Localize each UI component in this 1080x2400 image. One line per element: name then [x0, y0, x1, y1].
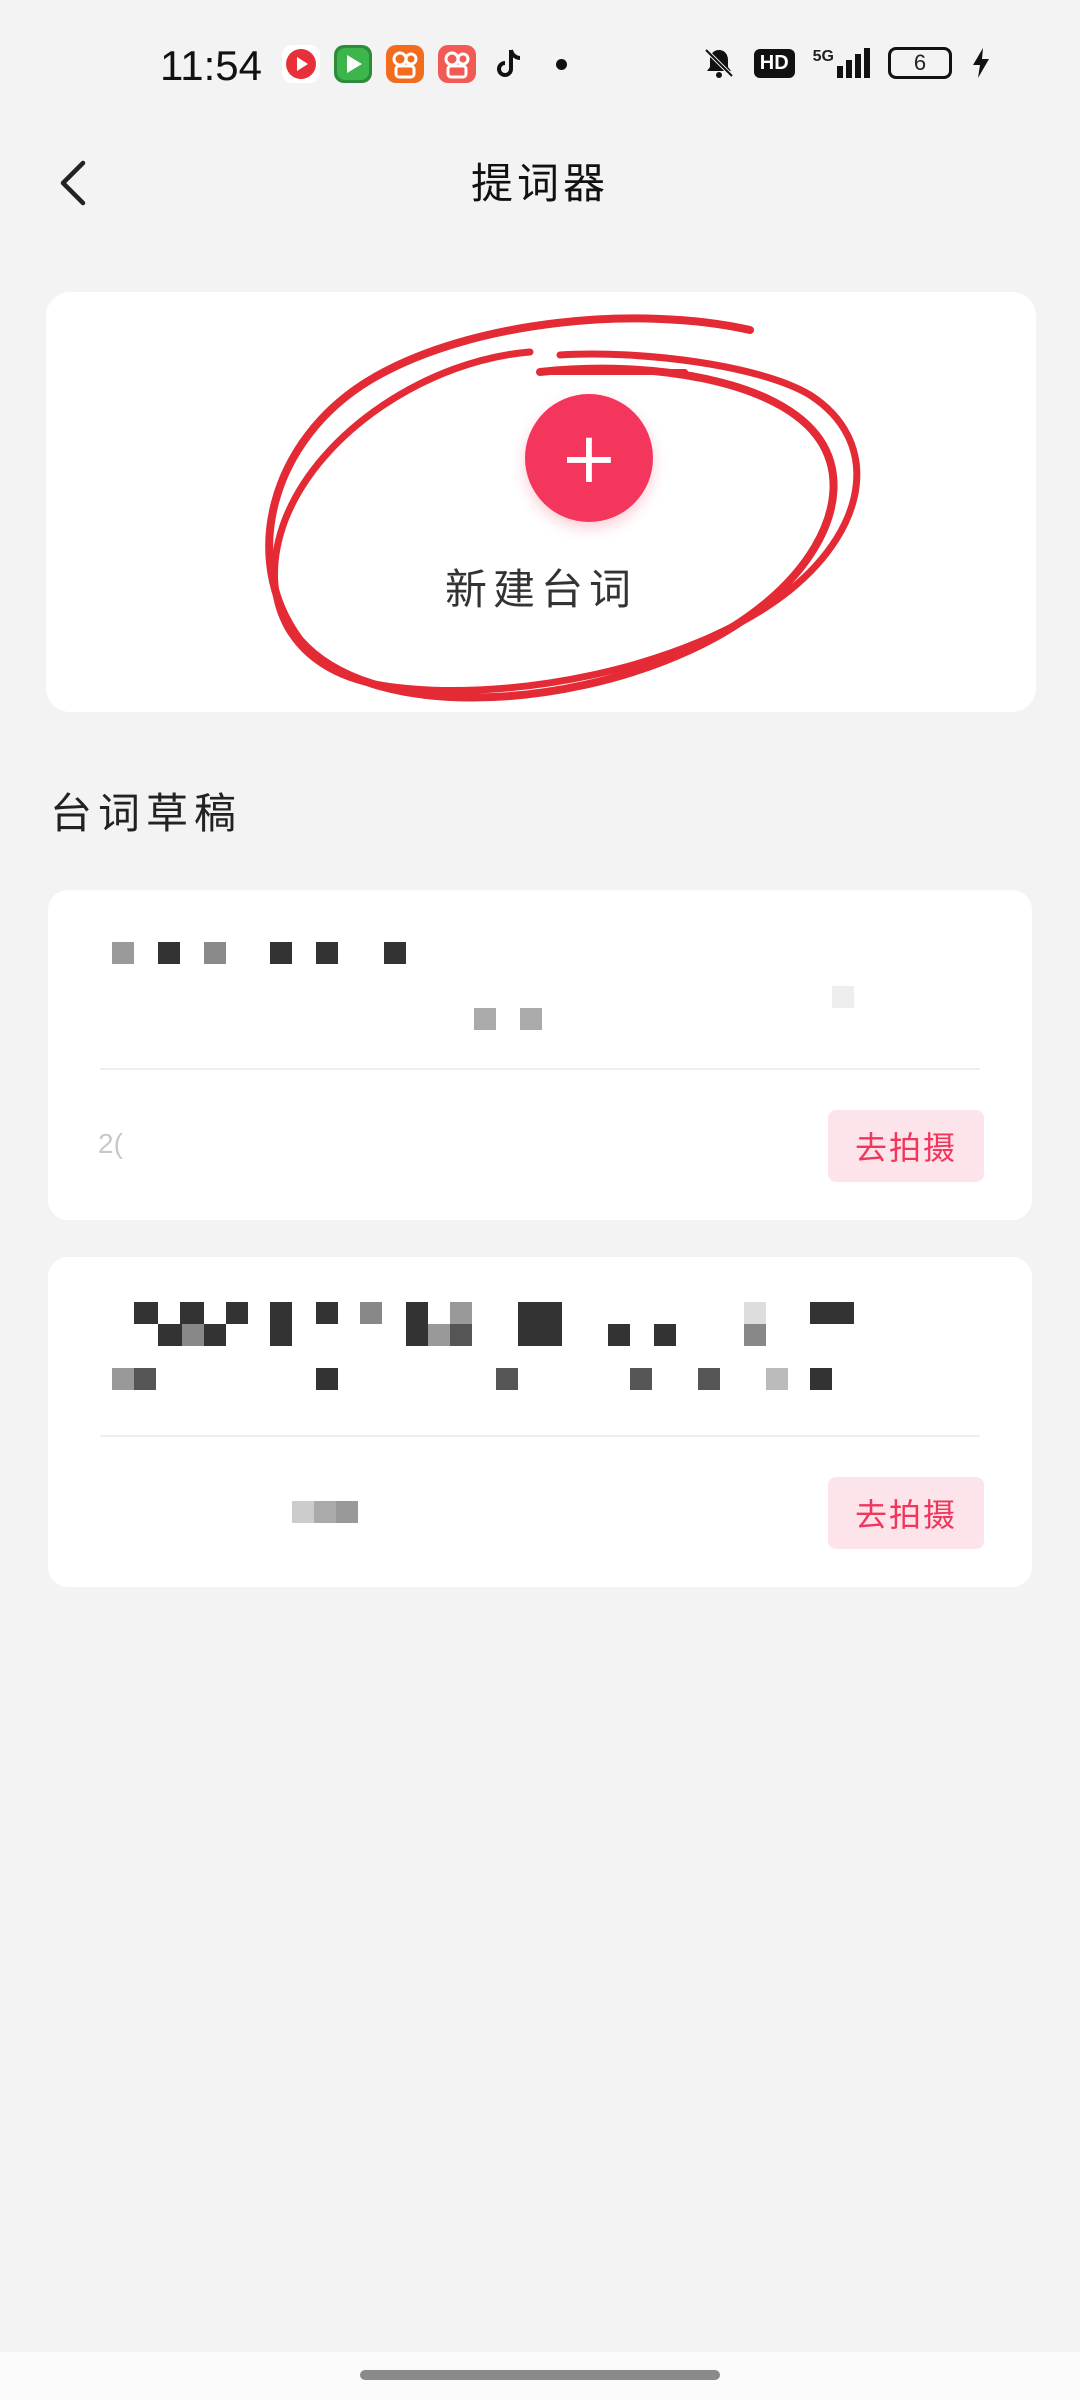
hd-badge: HD [753, 48, 795, 78]
notification-icons [282, 45, 567, 83]
new-script-label: 新建台词 [444, 565, 637, 614]
battery-level: 6 [913, 50, 927, 75]
charging-icon [973, 48, 989, 78]
draft-card[interactable]: 去拍摄 [48, 1257, 1032, 1587]
divider [100, 1435, 980, 1437]
status-bar: 11:54 HD 5G 6 [0, 0, 1080, 135]
video-app-icon [334, 45, 372, 83]
draft-card[interactable]: 2( 去拍摄 [48, 890, 1032, 1220]
mute-bell-icon [704, 48, 734, 78]
add-script-button[interactable]: + [525, 394, 653, 522]
home-indicator[interactable] [360, 2370, 720, 2380]
go-shoot-button[interactable]: 去拍摄 [828, 1477, 984, 1549]
go-shoot-button[interactable]: 去拍摄 [828, 1110, 984, 1182]
draft-date: 2( [98, 1128, 123, 1159]
red-play-app-icon [282, 45, 320, 83]
drafts-section-title: 台词草稿 [50, 789, 243, 838]
status-time: 11:54 [160, 42, 262, 89]
kuaishou-icon [386, 45, 424, 83]
more-notifications-dot [556, 58, 567, 70]
page-title: 提词器 [470, 159, 609, 208]
network-type: 5G [812, 48, 834, 65]
new-script-card[interactable]: + 新建台词 [46, 292, 1036, 712]
divider [100, 1068, 980, 1070]
status-indicators: HD 5G 6 [702, 46, 992, 80]
plus-icon: + [559, 417, 619, 499]
tiktok-icon [490, 45, 528, 83]
signal-icon: 5G [813, 48, 870, 78]
kuaishou-lite-icon [438, 45, 476, 83]
battery-icon: 6 [888, 47, 952, 79]
